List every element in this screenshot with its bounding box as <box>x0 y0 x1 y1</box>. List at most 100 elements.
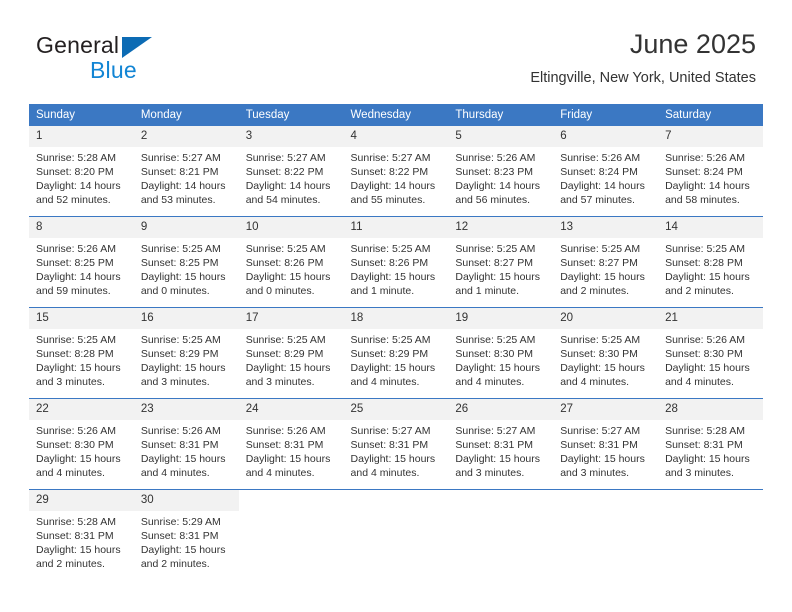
daylight-text-line2: and 57 minutes. <box>560 194 635 206</box>
sunrise-text: Sunrise: 5:26 AM <box>665 334 746 346</box>
page-title: June 2025 <box>629 29 756 59</box>
sunrise-text: Sunrise: 5:27 AM <box>140 152 221 164</box>
daylight-text-line2: and 4 minutes. <box>140 467 210 479</box>
day-details: Sunrise: 5:28 AM Sunset: 8:31 PM Dayligh… <box>29 511 134 571</box>
sunset-text: Sunset: 8:25 PM <box>140 257 219 269</box>
day-details: Sunrise: 5:26 AM Sunset: 8:30 PM Dayligh… <box>658 329 763 389</box>
day-cell[interactable]: 6 Sunrise: 5:26 AM Sunset: 8:24 PM Dayli… <box>553 126 659 217</box>
day-cell[interactable]: 28 Sunrise: 5:28 AM Sunset: 8:31 PM Dayl… <box>658 398 763 490</box>
day-details: Sunrise: 5:29 AM Sunset: 8:31 PM Dayligh… <box>134 511 239 571</box>
day-details: Sunrise: 5:25 AM Sunset: 8:26 PM Dayligh… <box>344 238 449 298</box>
day-number: 10 <box>238 217 344 238</box>
day-cell[interactable]: 16 Sunrise: 5:25 AM Sunset: 8:29 PM Dayl… <box>133 307 239 399</box>
day-details: Sunrise: 5:26 AM Sunset: 8:23 PM Dayligh… <box>448 147 553 207</box>
day-number: 11 <box>343 217 449 238</box>
day-cell[interactable]: 18 Sunrise: 5:25 AM Sunset: 8:29 PM Dayl… <box>343 307 449 399</box>
daylight-text-line1: Daylight: 15 hours <box>140 271 226 283</box>
week-row: 29 Sunrise: 5:28 AM Sunset: 8:31 PM Dayl… <box>29 489 763 580</box>
day-details: Sunrise: 5:25 AM Sunset: 8:30 PM Dayligh… <box>448 329 553 389</box>
day-cell[interactable]: 27 Sunrise: 5:27 AM Sunset: 8:31 PM Dayl… <box>553 398 659 490</box>
sunset-text: Sunset: 8:23 PM <box>455 166 534 178</box>
day-cell[interactable]: 24 Sunrise: 5:26 AM Sunset: 8:31 PM Dayl… <box>238 398 344 490</box>
day-cell[interactable]: 14 Sunrise: 5:25 AM Sunset: 8:28 PM Dayl… <box>658 216 763 308</box>
day-cell[interactable]: 30 Sunrise: 5:29 AM Sunset: 8:31 PM Dayl… <box>133 489 239 580</box>
daylight-text-line2: and 1 minute. <box>350 285 415 297</box>
day-cell[interactable]: 26 Sunrise: 5:27 AM Sunset: 8:31 PM Dayl… <box>448 398 554 490</box>
day-cell[interactable]: 12 Sunrise: 5:25 AM Sunset: 8:27 PM Dayl… <box>448 216 554 308</box>
day-cell[interactable]: 2 Sunrise: 5:27 AM Sunset: 8:21 PM Dayli… <box>133 126 239 217</box>
day-number: 16 <box>133 308 239 329</box>
sunrise-text: Sunrise: 5:27 AM <box>245 152 326 164</box>
sunrise-text: Sunrise: 5:27 AM <box>455 425 536 437</box>
day-number: 18 <box>343 308 449 329</box>
sunrise-text: Sunrise: 5:25 AM <box>140 334 221 346</box>
sunrise-text: Sunrise: 5:26 AM <box>455 152 536 164</box>
daylight-text-line1: Daylight: 14 hours <box>36 180 121 192</box>
daylight-text-line1: Daylight: 15 hours <box>665 271 750 283</box>
calendar-page: General Blue June 2025 Eltingville, New … <box>0 0 792 612</box>
day-details: Sunrise: 5:25 AM Sunset: 8:27 PM Dayligh… <box>448 238 553 298</box>
sunset-text: Sunset: 8:29 PM <box>350 348 429 360</box>
day-details: Sunrise: 5:25 AM Sunset: 8:29 PM Dayligh… <box>344 329 449 389</box>
day-cell[interactable]: 22 Sunrise: 5:26 AM Sunset: 8:30 PM Dayl… <box>29 398 134 490</box>
day-details: Sunrise: 5:26 AM Sunset: 8:31 PM Dayligh… <box>134 420 239 480</box>
day-number: 21 <box>658 308 763 329</box>
sunset-text: Sunset: 8:31 PM <box>560 439 638 451</box>
sunrise-text: Sunrise: 5:26 AM <box>245 425 326 437</box>
sunset-text: Sunset: 8:30 PM <box>560 348 638 360</box>
daylight-text-line1: Daylight: 14 hours <box>455 180 541 192</box>
day-cell[interactable]: 19 Sunrise: 5:25 AM Sunset: 8:30 PM Dayl… <box>448 307 554 399</box>
daylight-text-line2: and 2 minutes. <box>140 558 210 570</box>
day-number <box>238 490 344 511</box>
daylight-text-line2: and 0 minutes. <box>140 285 210 297</box>
daylight-text-line1: Daylight: 15 hours <box>36 544 121 556</box>
day-cell[interactable]: 3 Sunrise: 5:27 AM Sunset: 8:22 PM Dayli… <box>238 126 344 217</box>
day-details: Sunrise: 5:25 AM Sunset: 8:26 PM Dayligh… <box>239 238 344 298</box>
sunrise-text: Sunrise: 5:25 AM <box>245 243 326 255</box>
day-cell[interactable]: 17 Sunrise: 5:25 AM Sunset: 8:29 PM Dayl… <box>238 307 344 399</box>
day-cell[interactable]: 25 Sunrise: 5:27 AM Sunset: 8:31 PM Dayl… <box>343 398 449 490</box>
day-cell[interactable]: 29 Sunrise: 5:28 AM Sunset: 8:31 PM Dayl… <box>29 489 134 580</box>
sunset-text: Sunset: 8:31 PM <box>455 439 534 451</box>
day-cell[interactable]: 15 Sunrise: 5:25 AM Sunset: 8:28 PM Dayl… <box>29 307 134 399</box>
sunset-text: Sunset: 8:31 PM <box>665 439 743 451</box>
day-cell[interactable]: 4 Sunrise: 5:27 AM Sunset: 8:22 PM Dayli… <box>343 126 449 217</box>
daylight-text-line2: and 4 minutes. <box>560 376 630 388</box>
day-number: 15 <box>29 308 134 329</box>
daylight-text-line2: and 3 minutes. <box>455 467 525 479</box>
daylight-text-line2: and 2 minutes. <box>665 285 734 297</box>
day-cell[interactable]: 23 Sunrise: 5:26 AM Sunset: 8:31 PM Dayl… <box>133 398 239 490</box>
day-cell[interactable]: 20 Sunrise: 5:25 AM Sunset: 8:30 PM Dayl… <box>553 307 659 399</box>
week-row: 8 Sunrise: 5:26 AM Sunset: 8:25 PM Dayli… <box>29 216 763 308</box>
day-cell[interactable]: 13 Sunrise: 5:25 AM Sunset: 8:27 PM Dayl… <box>553 216 659 308</box>
day-cell[interactable]: 9 Sunrise: 5:25 AM Sunset: 8:25 PM Dayli… <box>133 216 239 308</box>
sunset-text: Sunset: 8:28 PM <box>36 348 114 360</box>
sunset-text: Sunset: 8:30 PM <box>455 348 534 360</box>
day-cell[interactable]: 1 Sunrise: 5:28 AM Sunset: 8:20 PM Dayli… <box>29 126 134 217</box>
day-number <box>343 490 449 511</box>
day-cell[interactable]: 10 Sunrise: 5:25 AM Sunset: 8:26 PM Dayl… <box>238 216 344 308</box>
day-number: 30 <box>133 490 239 511</box>
day-cell[interactable]: 5 Sunrise: 5:26 AM Sunset: 8:23 PM Dayli… <box>448 126 554 217</box>
sunset-text: Sunset: 8:27 PM <box>455 257 534 269</box>
sunset-text: Sunset: 8:31 PM <box>350 439 429 451</box>
day-cell[interactable]: 11 Sunrise: 5:25 AM Sunset: 8:26 PM Dayl… <box>343 216 449 308</box>
day-cell[interactable]: 8 Sunrise: 5:26 AM Sunset: 8:25 PM Dayli… <box>29 216 134 308</box>
weekday-header-tuesday: Tuesday <box>238 104 344 126</box>
sunset-text: Sunset: 8:31 PM <box>140 530 219 542</box>
daylight-text-line1: Daylight: 15 hours <box>560 453 645 465</box>
day-number: 5 <box>448 126 554 147</box>
day-details: Sunrise: 5:27 AM Sunset: 8:31 PM Dayligh… <box>448 420 553 480</box>
day-cell[interactable]: 7 Sunrise: 5:26 AM Sunset: 8:24 PM Dayli… <box>658 126 763 217</box>
page-header: General Blue June 2025 Eltingville, New … <box>0 0 792 100</box>
day-cell[interactable]: 21 Sunrise: 5:26 AM Sunset: 8:30 PM Dayl… <box>658 307 763 399</box>
daylight-text-line1: Daylight: 15 hours <box>140 453 226 465</box>
location-subtitle: Eltingville, New York, United States <box>530 70 756 86</box>
daylight-text-line2: and 2 minutes. <box>36 558 105 570</box>
sunset-text: Sunset: 8:31 PM <box>140 439 219 451</box>
day-details: Sunrise: 5:27 AM Sunset: 8:22 PM Dayligh… <box>239 147 344 207</box>
sunset-text: Sunset: 8:25 PM <box>36 257 114 269</box>
sunrise-text: Sunrise: 5:25 AM <box>350 334 431 346</box>
daylight-text-line2: and 2 minutes. <box>560 285 630 297</box>
daylight-text-line2: and 52 minutes. <box>36 194 111 206</box>
